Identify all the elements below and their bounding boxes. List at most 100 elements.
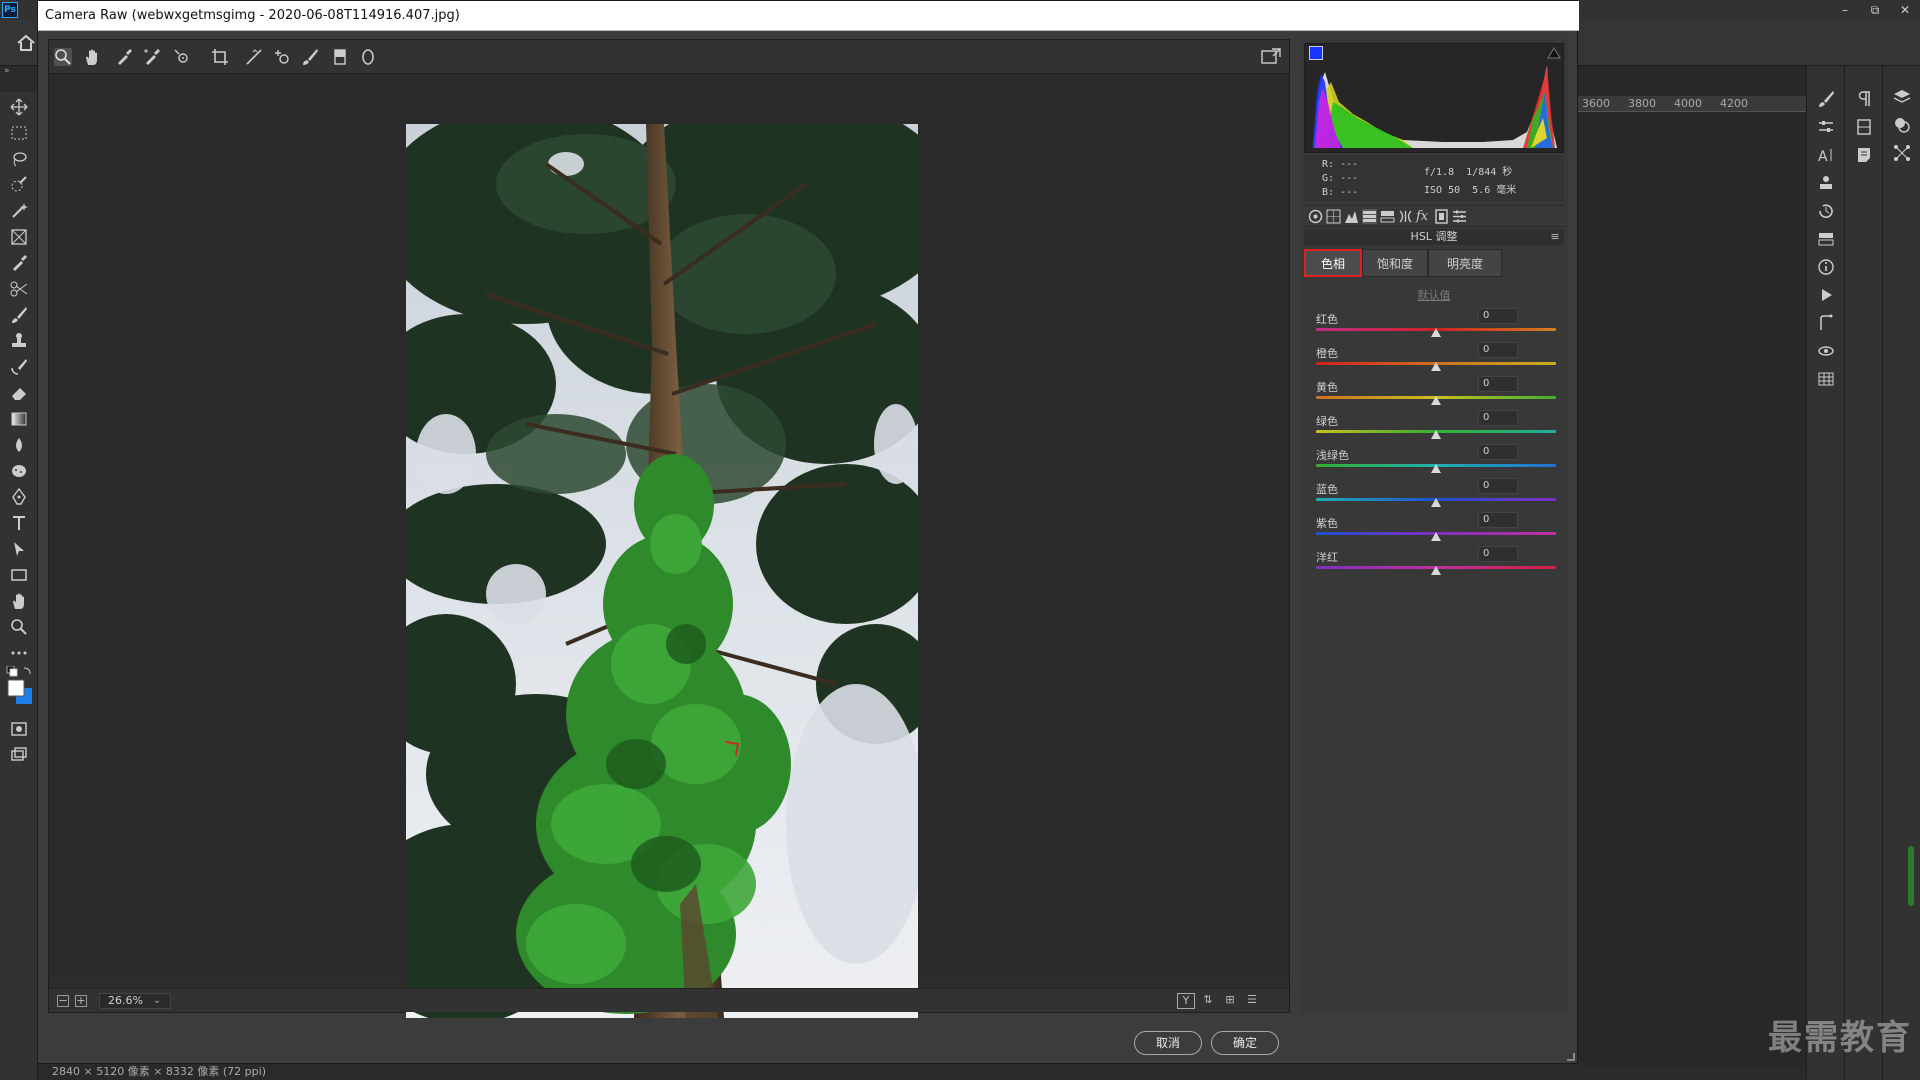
hsl-tab-icon[interactable] <box>1362 209 1377 224</box>
magic-wand-tool-icon[interactable] <box>10 202 28 220</box>
slider-value-input[interactable]: 0 <box>1478 444 1518 460</box>
screen-mode-icon[interactable] <box>10 746 28 764</box>
adjustments-icon[interactable] <box>1817 118 1835 136</box>
eyedropper-tool-icon[interactable] <box>10 254 28 272</box>
slider-thumb[interactable] <box>1431 328 1441 337</box>
slider-thumb[interactable] <box>1431 566 1441 575</box>
type-tool-icon[interactable] <box>10 514 28 532</box>
pen-tool-icon[interactable] <box>10 488 28 506</box>
brush-settings-icon[interactable] <box>1817 90 1835 108</box>
basic-tab-icon[interactable] <box>1308 209 1323 224</box>
character-icon[interactable]: A <box>1817 146 1835 164</box>
slider-value-input[interactable]: 0 <box>1478 546 1518 562</box>
color-sampler-tool-icon[interactable] <box>143 48 161 66</box>
sponge-tool-icon[interactable] <box>10 462 28 480</box>
info-icon[interactable] <box>1817 258 1835 276</box>
tab-hue[interactable]: 色相 <box>1304 249 1362 277</box>
eraser-tool-icon[interactable] <box>10 384 28 402</box>
cancel-button[interactable]: 取消 <box>1134 1031 1202 1055</box>
move-tool-icon[interactable] <box>10 98 28 116</box>
history-icon[interactable] <box>1817 202 1835 220</box>
marquee-tool-icon[interactable] <box>10 124 28 142</box>
panel-scrollbar[interactable] <box>1908 846 1914 906</box>
slider-thumb[interactable] <box>1431 396 1441 405</box>
3d-icon[interactable] <box>1817 342 1835 360</box>
layers-icon[interactable] <box>1893 88 1911 106</box>
slider-thumb[interactable] <box>1431 532 1441 541</box>
zoom-in-button[interactable]: + <box>75 995 87 1007</box>
table-icon[interactable] <box>1817 370 1835 388</box>
clone-source-icon[interactable] <box>1817 174 1835 192</box>
home-icon[interactable] <box>16 34 36 52</box>
adjustment-brush-icon[interactable] <box>301 48 319 66</box>
tab-luminance[interactable]: 明亮度 <box>1428 249 1502 277</box>
split-toning-tab-icon[interactable] <box>1380 209 1395 224</box>
hand-tool-icon[interactable] <box>83 48 101 66</box>
targeted-adjustment-tool-icon[interactable] <box>173 48 191 66</box>
zoom-tool-icon[interactable] <box>54 48 72 66</box>
frame-tool-icon[interactable] <box>10 228 28 246</box>
blur-tool-icon[interactable] <box>10 436 28 454</box>
shadow-clipping-icon[interactable] <box>1309 46 1323 60</box>
scissors-tool-icon[interactable] <box>10 280 28 298</box>
quick-select-tool-icon[interactable] <box>10 176 28 194</box>
path-select-tool-icon[interactable] <box>10 540 28 558</box>
default-link[interactable]: 默认值 <box>1300 287 1568 303</box>
slider-thumb[interactable] <box>1431 430 1441 439</box>
radial-filter-icon[interactable] <box>359 48 377 66</box>
zoom-out-button[interactable]: − <box>57 995 69 1007</box>
tone-curve-tab-icon[interactable] <box>1326 209 1341 224</box>
layer-comps-icon[interactable] <box>1817 230 1835 248</box>
history-brush-icon[interactable] <box>10 358 28 376</box>
spot-removal-tool-icon[interactable] <box>273 48 291 66</box>
effects-tab-icon[interactable]: fx <box>1416 209 1431 224</box>
slider-value-input[interactable]: 0 <box>1478 342 1518 358</box>
presets-tab-icon[interactable] <box>1452 209 1467 224</box>
zoom-tool-icon[interactable] <box>10 618 28 636</box>
stamp-tool-icon[interactable] <box>10 332 28 350</box>
slider-value-input[interactable]: 0 <box>1478 512 1518 528</box>
before-after-view-button[interactable]: Y <box>1177 993 1195 1009</box>
quick-mask-icon[interactable] <box>10 720 28 738</box>
hand-tool-icon[interactable] <box>10 592 28 610</box>
crop-tool-icon[interactable] <box>211 48 229 66</box>
panel-menu-icon[interactable]: ≡ <box>1548 229 1562 245</box>
chevron-down-icon[interactable]: ⌄ <box>149 993 165 1009</box>
channels-icon[interactable] <box>1855 118 1873 136</box>
copy-settings-icon[interactable]: ⊞ <box>1221 993 1239 1009</box>
slider-value-input[interactable]: 0 <box>1478 478 1518 494</box>
slider-value-input[interactable]: 0 <box>1478 376 1518 392</box>
color-icon[interactable] <box>1893 116 1911 134</box>
expand-toolbar-icon[interactable]: » <box>4 66 10 76</box>
properties-icon[interactable] <box>1893 144 1911 162</box>
swap-before-after-icon[interactable]: ⇅ <box>1199 993 1217 1009</box>
more-tools-icon[interactable] <box>10 644 28 662</box>
close-button[interactable]: ✕ <box>1890 0 1920 20</box>
image-canvas[interactable] <box>49 74 1289 1018</box>
detail-tab-icon[interactable] <box>1344 209 1359 224</box>
gradient-tool-icon[interactable] <box>10 410 28 428</box>
paths-icon[interactable] <box>1817 314 1835 332</box>
graduated-filter-icon[interactable] <box>331 48 349 66</box>
brush-tool-icon[interactable] <box>10 306 28 324</box>
resize-handle[interactable] <box>1567 1053 1575 1061</box>
ok-button[interactable]: 确定 <box>1211 1031 1279 1055</box>
straighten-tool-icon[interactable] <box>245 48 263 66</box>
actions-play-icon[interactable] <box>1817 286 1835 304</box>
notes-icon[interactable] <box>1855 146 1873 164</box>
slider-thumb[interactable] <box>1431 362 1441 371</box>
tab-saturation[interactable]: 饱和度 <box>1362 249 1428 277</box>
slider-thumb[interactable] <box>1431 498 1441 507</box>
slider-value-input[interactable]: 0 <box>1478 308 1518 324</box>
restore-button[interactable]: ⧉ <box>1860 0 1890 20</box>
color-swatches-icon[interactable] <box>4 666 34 706</box>
minimize-button[interactable]: – <box>1830 0 1860 20</box>
camera-calibration-tab-icon[interactable] <box>1434 209 1449 224</box>
paragraph-icon[interactable] <box>1855 90 1873 108</box>
fullscreen-toggle-icon[interactable] <box>1261 48 1281 66</box>
slider-thumb[interactable] <box>1431 464 1441 473</box>
highlight-clipping-icon[interactable] <box>1547 46 1561 60</box>
lens-corrections-tab-icon[interactable] <box>1398 209 1413 224</box>
lasso-tool-icon[interactable] <box>10 150 28 168</box>
white-balance-tool-icon[interactable] <box>115 48 133 66</box>
